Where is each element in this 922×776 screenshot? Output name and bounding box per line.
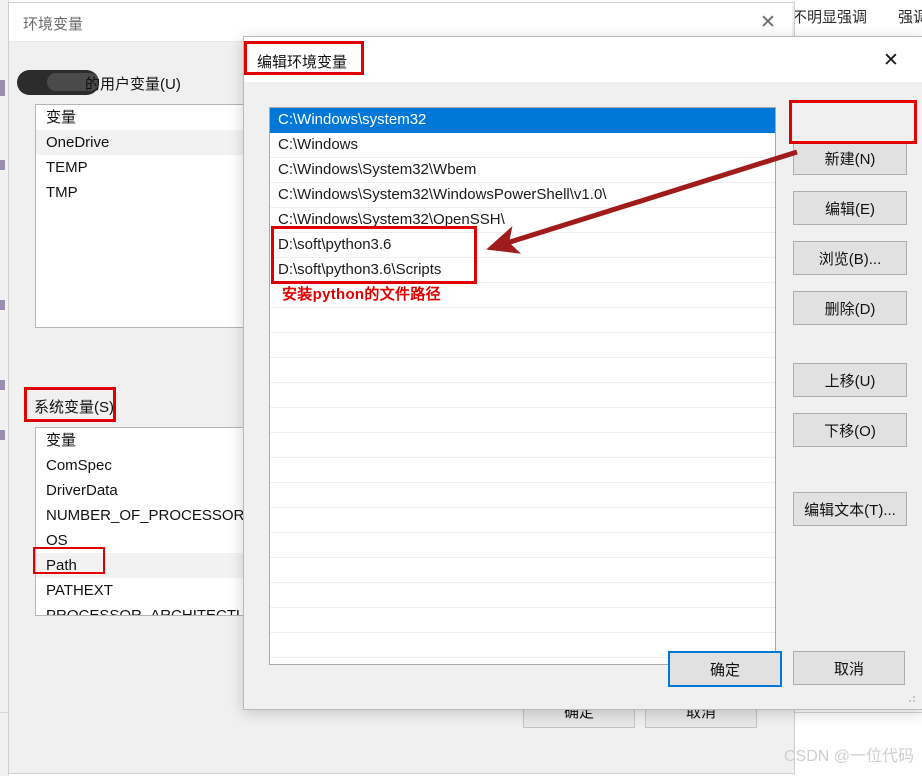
system-list-item-path[interactable]: Path <box>36 553 261 578</box>
user-list-item[interactable]: TEMP <box>36 155 261 180</box>
system-list-item[interactable]: ComSpec <box>36 453 261 478</box>
path-row-python-scripts[interactable]: D:\soft\python3.6\Scripts <box>270 258 775 283</box>
gallery-item-0[interactable]: 不明显强调 <box>792 6 867 27</box>
system-list-item[interactable]: DriverData <box>36 478 261 503</box>
move-down-button[interactable]: 下移(O) <box>793 413 907 447</box>
path-row-empty[interactable] <box>270 333 775 358</box>
path-row-empty[interactable] <box>270 483 775 508</box>
path-entries-list[interactable]: C:\Windows\system32 C:\Windows C:\Window… <box>269 107 776 683</box>
path-row-python[interactable]: D:\soft\python3.6 <box>270 233 775 258</box>
system-variables-label: 系统变量(S) <box>34 399 114 416</box>
background-rail-mark-2 <box>0 160 5 170</box>
system-list-item[interactable]: PATHEXT <box>36 578 261 603</box>
browse-button[interactable]: 浏览(B)... <box>793 241 907 275</box>
system-list-item[interactable]: PROCESSOR_ARCHITECTURE <box>36 603 261 615</box>
background-rail-mark-1 <box>0 80 5 96</box>
user-list-item[interactable]: TMP <box>36 180 261 205</box>
path-row[interactable]: C:\Windows\System32\Wbem <box>270 158 775 183</box>
front-ok-button[interactable]: 确定 <box>668 651 782 687</box>
edit-environment-variable-dialog: 编辑环境变量 ✕ C:\Windows\system32 C:\Windows … <box>243 36 922 710</box>
path-row-empty[interactable] <box>270 308 775 333</box>
edit-text-button[interactable]: 编辑文本(T)... <box>793 492 907 526</box>
python-path-annotation-text: 安装python的文件路径 <box>270 283 775 308</box>
back-dialog-title: 环境变量 <box>23 16 84 33</box>
path-row-empty[interactable] <box>270 358 775 383</box>
resize-grip[interactable] <box>908 693 918 703</box>
path-row-empty[interactable] <box>270 458 775 483</box>
system-list-header: 变量 <box>46 432 77 449</box>
background-rail-mark-5 <box>0 430 5 440</box>
back-dialog-close-icon[interactable]: ✕ <box>745 7 791 37</box>
path-row-empty[interactable] <box>270 608 775 633</box>
path-row[interactable]: C:\Windows\System32\WindowsPowerShell\v1… <box>270 183 775 208</box>
user-list-item[interactable]: OneDrive <box>36 130 261 155</box>
screenshot-root: 不明显强调 强调 环境变量 ✕ 的用户变量(U) 变量 OneDrive TEM… <box>0 0 922 776</box>
user-variables-list[interactable]: 变量 OneDrive TEMP TMP <box>35 104 262 328</box>
system-list-item[interactable]: NUMBER_OF_PROCESSORS <box>36 503 261 528</box>
path-row[interactable]: C:\Windows\System32\OpenSSH\ <box>270 208 775 233</box>
move-up-button[interactable]: 上移(U) <box>793 363 907 397</box>
path-row[interactable]: C:\Windows <box>270 133 775 158</box>
user-list-header: 变量 <box>46 109 77 126</box>
path-row-empty[interactable] <box>270 508 775 533</box>
path-row-empty[interactable] <box>270 533 775 558</box>
front-dialog-title: 编辑环境变量 <box>257 54 348 71</box>
system-variables-list[interactable]: 变量 ComSpec DriverData NUMBER_OF_PROCESSO… <box>35 427 262 616</box>
path-row-empty[interactable] <box>270 583 775 608</box>
csdn-watermark: CSDN @一位代码 <box>783 748 914 765</box>
front-dialog-close-icon[interactable]: ✕ <box>868 45 914 75</box>
edit-button[interactable]: 编辑(E) <box>793 191 907 225</box>
delete-button[interactable]: 删除(D) <box>793 291 907 325</box>
front-cancel-button[interactable]: 取消 <box>793 651 905 685</box>
path-row-empty[interactable] <box>270 383 775 408</box>
path-row-empty[interactable] <box>270 558 775 583</box>
gallery-item-1[interactable]: 强调 <box>898 6 922 27</box>
path-row-empty[interactable] <box>270 433 775 458</box>
new-button[interactable]: 新建(N) <box>793 141 907 175</box>
background-rail-mark-3 <box>0 300 5 310</box>
user-variables-label: 的用户变量(U) <box>85 76 181 93</box>
path-row[interactable]: C:\Windows\system32 <box>270 108 775 133</box>
background-rail-mark-4 <box>0 380 5 390</box>
system-list-item[interactable]: OS <box>36 528 261 553</box>
path-row-empty[interactable] <box>270 408 775 433</box>
